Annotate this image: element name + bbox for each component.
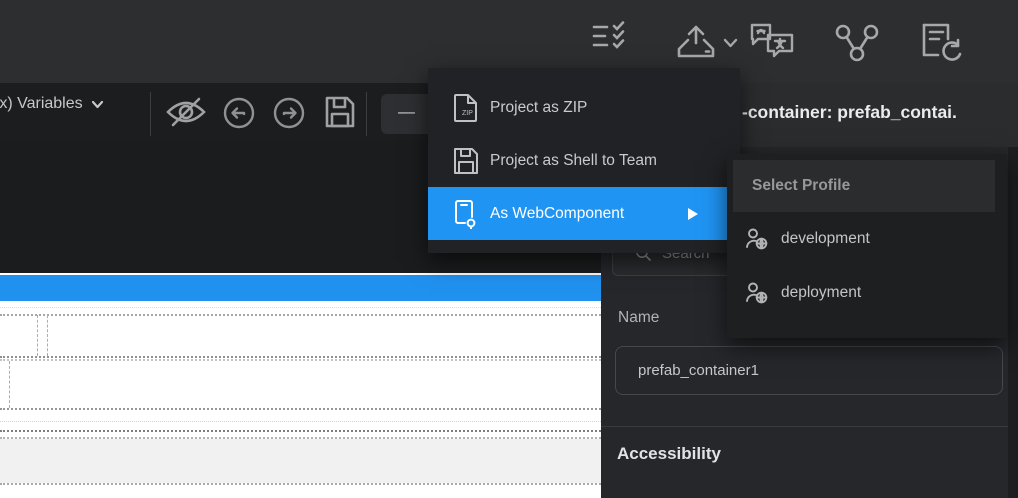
zip-file-icon: ZIP [453,93,479,123]
profile-submenu: Select Profile development [727,154,1007,338]
save-icon [453,147,479,175]
canvas-selected-header-widget[interactable] [0,275,601,301]
chevron-down-icon [91,100,104,109]
save-icon[interactable] [324,95,356,129]
widget-outline [0,421,601,422]
submenu-item-development[interactable]: development [727,212,1007,266]
canvas-page[interactable] [0,273,601,498]
widget-outline [0,314,601,316]
profile-gear-icon [745,228,769,250]
export-upload-icon[interactable] [674,23,718,61]
redo-icon[interactable] [272,96,306,130]
widget-outline [0,430,601,432]
select-profile-header: Select Profile [733,160,995,212]
share-graph-icon[interactable] [833,23,881,63]
webcomponent-icon [453,199,479,229]
widget-outline [0,359,601,361]
file-sync-icon[interactable] [918,21,966,61]
name-field-label: Name [618,309,659,327]
profile-gear-icon [745,282,769,304]
selected-widget-title: -container: prefab_contai. [742,102,957,123]
accessibility-section-header[interactable]: Accessibility [617,444,721,464]
menu-item-label: Project as Shell to Team [490,152,657,170]
variables-dropdown-button[interactable]: (x) Variables [0,95,104,113]
menu-item-project-as-zip[interactable]: ZIP Project as ZIP [428,81,740,134]
widget-outline [0,483,601,485]
zoom-out-button[interactable]: — [398,102,415,122]
widget-name-input[interactable] [615,346,1003,395]
menu-item-label: Project as ZIP [490,99,587,117]
widget-placeholder-block[interactable] [0,439,601,483]
variables-label: (x) Variables [0,95,83,113]
export-dropdown-menu: ZIP Project as ZIP Project as Shell to T… [428,68,740,253]
menu-item-label: As WebComponent [490,205,624,223]
widget-outline [9,361,10,408]
eye-slash-icon[interactable] [165,96,207,128]
menu-item-project-as-shell[interactable]: Project as Shell to Team [428,134,740,187]
submenu-item-deployment[interactable]: deployment [727,266,1007,320]
checklist-icon[interactable] [591,21,631,51]
chevron-down-icon[interactable] [723,38,738,48]
svg-text:ZIP: ZIP [462,110,473,117]
toolbar-divider [150,92,151,136]
widget-outline [47,315,48,356]
panel-scrollbar[interactable] [1008,147,1018,498]
menu-item-as-webcomponent[interactable]: As WebComponent [428,187,740,240]
submenu-item-label: development [781,230,870,248]
submenu-item-label: deployment [781,284,861,302]
section-divider [601,426,1018,427]
submenu-arrow-icon [686,207,699,221]
toolbar-divider [366,92,367,136]
widget-outline [0,408,601,410]
widget-outline [37,315,38,356]
undo-icon[interactable] [222,96,256,130]
translate-icon[interactable] [748,21,800,61]
widget-outline [0,307,601,308]
widget-outline [0,356,601,358]
app-window: -container: prefab_contai. Search Name A… [0,0,1018,498]
